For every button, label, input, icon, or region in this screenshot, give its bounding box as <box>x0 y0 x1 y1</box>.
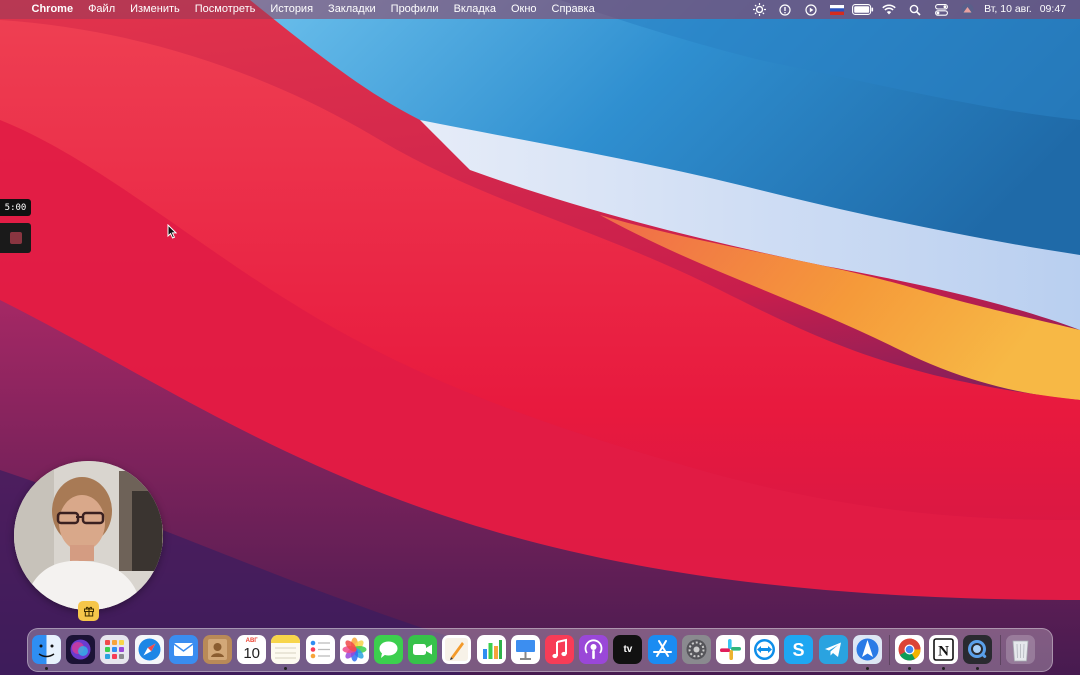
dock-keynote-icon[interactable] <box>510 635 540 664</box>
menubar-date[interactable]: Вт, 10 авг. <box>980 0 1036 19</box>
dock-chrome-icon[interactable] <box>895 635 924 664</box>
app-menu-chrome[interactable]: Chrome <box>24 0 81 19</box>
dock: АВГ 10 tv S N <box>27 628 1053 672</box>
dock-reminders-icon[interactable] <box>305 635 335 664</box>
desktop-wallpaper <box>0 0 1080 675</box>
dock-slack-icon[interactable] <box>716 635 745 664</box>
dock-finder-icon[interactable] <box>32 635 61 664</box>
dock-photos-icon[interactable] <box>339 635 369 664</box>
menu-history[interactable]: История <box>263 0 321 19</box>
menu-profiles[interactable]: Профили <box>383 0 446 19</box>
svg-text:S: S <box>793 640 805 660</box>
menu-view[interactable]: Посмотреть <box>187 0 263 19</box>
dock-running-indicator <box>976 667 980 670</box>
menu-file[interactable]: Файл <box>81 0 123 19</box>
dock-testflight-icon[interactable] <box>852 635 882 664</box>
dock-facetime-icon[interactable] <box>408 635 438 664</box>
wifi-icon[interactable] <box>876 0 902 19</box>
menu-tab[interactable]: Вкладка <box>446 0 503 19</box>
dock-launchpad-icon[interactable] <box>100 635 130 664</box>
menubar-time[interactable]: 09:47 <box>1036 0 1070 19</box>
dock-podcasts-icon[interactable] <box>579 635 609 664</box>
dock-siri-icon[interactable] <box>66 635 96 664</box>
menu-edit[interactable]: Изменить <box>123 0 188 19</box>
dock-safari-icon[interactable] <box>134 635 164 664</box>
webcam-bubble[interactable] <box>14 461 163 610</box>
dock-apple-tv-icon[interactable]: tv <box>613 635 643 664</box>
dock-messages-icon[interactable] <box>374 635 403 664</box>
stop-icon <box>9 232 22 244</box>
dock-app-store-icon[interactable] <box>647 635 677 664</box>
dock-quicktime-icon[interactable] <box>963 635 993 664</box>
svg-text:N: N <box>938 644 949 660</box>
gift-icon[interactable] <box>78 601 99 621</box>
menu-window[interactable]: Окно <box>503 0 544 19</box>
dock-trash-icon[interactable] <box>1005 635 1035 664</box>
brightness-icon[interactable] <box>746 0 772 19</box>
calendar-day: 10 <box>243 645 261 662</box>
dock-numbers-icon[interactable] <box>476 635 506 664</box>
dock-separator <box>889 635 890 665</box>
dock-system-preferences-icon[interactable] <box>681 635 711 664</box>
menu-bar: Chrome Файл Изменить Посмотреть История … <box>0 0 1080 19</box>
webcam-feed-image <box>14 461 163 610</box>
dock-running-indicator <box>908 667 911 670</box>
dock-mail-icon[interactable] <box>168 635 198 664</box>
dock-running-indicator <box>284 667 288 670</box>
dock-pages-icon[interactable] <box>442 635 472 664</box>
status-menu-area: Вт, 10 авг. 09:47 <box>746 0 1070 19</box>
play-icon[interactable] <box>798 0 824 19</box>
recording-timer: 5:00 <box>0 199 31 216</box>
info-icon[interactable] <box>772 0 798 19</box>
dock-running-indicator <box>942 667 946 670</box>
dock-running-indicator <box>865 667 869 670</box>
russian-flag-icon[interactable] <box>824 0 850 19</box>
control-center-icon[interactable] <box>928 0 954 19</box>
dock-music-icon[interactable] <box>545 635 574 664</box>
menu-help[interactable]: Справка <box>544 0 602 19</box>
mouse-cursor-icon <box>167 224 177 239</box>
dock-separator-trash <box>999 635 1001 665</box>
dock-running-indicator <box>45 667 48 670</box>
stop-recording-button[interactable] <box>0 223 31 253</box>
dock-contacts-icon[interactable] <box>203 635 232 664</box>
apple-tv-label: tv <box>623 644 633 655</box>
calendar-month: АВГ <box>245 638 258 644</box>
dock-teamviewer-icon[interactable] <box>750 635 780 664</box>
spotlight-search-icon[interactable] <box>902 0 928 19</box>
dock-calendar-icon[interactable]: АВГ 10 <box>237 635 267 664</box>
battery-icon[interactable] <box>850 0 876 19</box>
menu-bookmarks[interactable]: Закладки <box>321 0 384 19</box>
dock-skype-icon[interactable]: S <box>784 635 814 664</box>
dock-notes-icon[interactable] <box>271 635 301 664</box>
dock-notion-icon[interactable]: N <box>929 635 959 664</box>
user-avatar-icon[interactable] <box>954 0 980 19</box>
dock-telegram-icon[interactable] <box>818 635 848 664</box>
